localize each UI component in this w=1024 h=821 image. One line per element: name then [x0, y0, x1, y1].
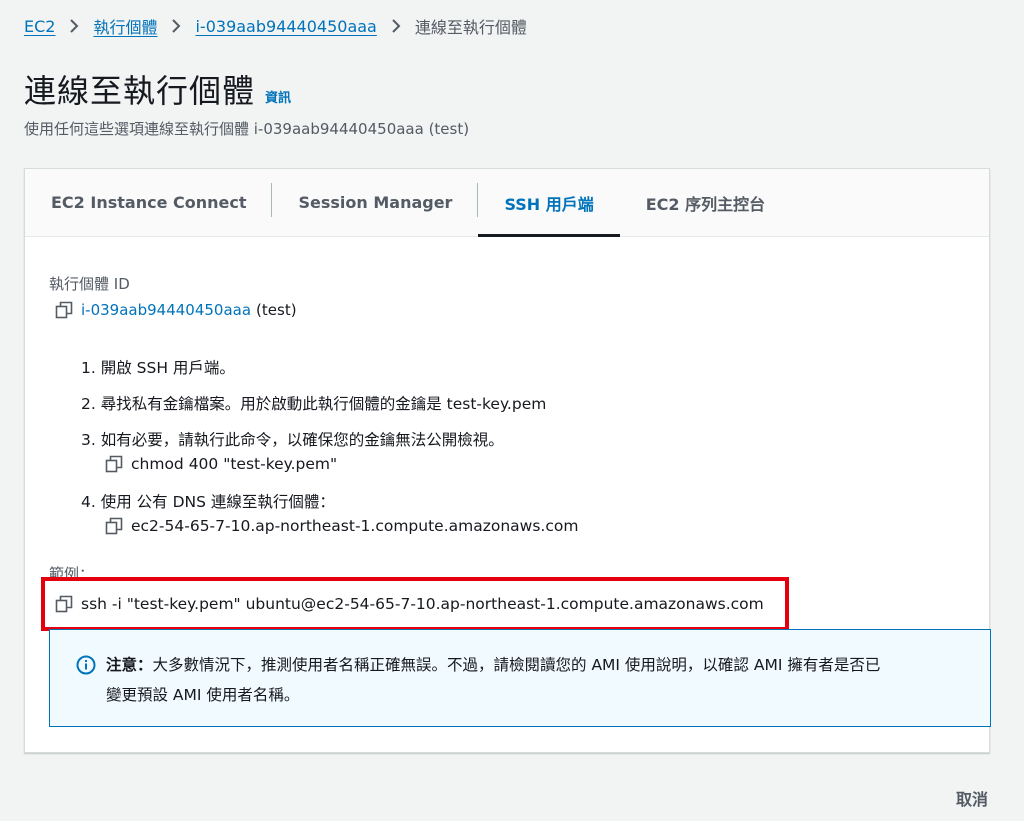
page-title: 連線至執行個體 [24, 72, 256, 110]
instance-id-link[interactable]: i-039aab94440450aaa [81, 301, 251, 319]
instance-id-label: 執行個體 ID [49, 275, 130, 293]
chevron-right-icon [391, 18, 401, 34]
info-icon [76, 655, 96, 675]
example-command: ssh -i "test-key.pem" ubuntu@ec2-54-65-7… [55, 595, 764, 613]
example-label: 範例： [49, 565, 95, 583]
breadcrumb-current: 連線至執行個體 [414, 18, 527, 37]
copy-icon[interactable] [105, 455, 123, 473]
chevron-right-icon [69, 18, 79, 34]
copy-icon[interactable] [55, 595, 73, 613]
tab-label: EC2 Instance Connect [51, 193, 247, 212]
step-item: 2. 尋找私有金鑰檔案。用於啟動此執行個體的金鑰是 test-key.pem [81, 395, 547, 413]
dns-command: ec2-54-65-7-10.ap-northeast-1.compute.am… [81, 513, 578, 539]
alert-text: 注意：大多數情況下，推測使用者名稱正確無誤。不過，請檢閱讀您的 AMI 使用說明… [106, 650, 880, 726]
tab-bar: EC2 Instance Connect Session Manager SSH… [25, 169, 989, 237]
page-header: 連線至執行個體 資訊 [24, 66, 291, 112]
instance-id-row: i-039aab94440450aaa (test) [55, 301, 297, 319]
info-link[interactable]: 資訊 [265, 87, 291, 106]
tab-ec2-instance-connect[interactable]: EC2 Instance Connect [25, 169, 273, 236]
breadcrumb: EC2 執行個體 i-039aab94440450aaa 連線至執行個體 [24, 14, 527, 38]
alert-note-label: 注意： [106, 656, 153, 674]
chmod-command: chmod 400 "test-key.pem" [81, 451, 578, 477]
step-item: 1. 開啟 SSH 用戶端。 [81, 359, 235, 377]
alert-line-2: 變更預設 AMI 使用者名稱。 [106, 686, 300, 704]
tab-label: SSH 用戶端 [504, 194, 594, 214]
tab-session-manager[interactable]: Session Manager [272, 169, 479, 236]
breadcrumb-instances[interactable]: 執行個體 [93, 14, 157, 38]
page-description: 使用任何這些選項連線至執行個體 i-039aab94440450aaa (tes… [24, 120, 470, 138]
tab-ssh-client[interactable]: SSH 用戶端 [478, 169, 621, 237]
dns-command-text: ec2-54-65-7-10.ap-northeast-1.compute.am… [131, 517, 579, 535]
info-alert: 注意：大多數情況下，推測使用者名稱正確無誤。不過，請檢閱讀您的 AMI 使用說明… [49, 629, 991, 727]
tab-label: EC2 序列主控台 [645, 194, 766, 214]
chevron-right-icon [171, 18, 181, 34]
tab-label: Session Manager [298, 193, 453, 212]
chmod-command-text: chmod 400 "test-key.pem" [131, 455, 338, 473]
copy-icon[interactable] [55, 301, 73, 319]
copy-icon[interactable] [105, 517, 123, 535]
breadcrumb-instance-id[interactable]: i-039aab94440450aaa [195, 17, 376, 36]
steps-list: 1. 開啟 SSH 用戶端。 2. 尋找私有金鑰檔案。用於啟動此執行個體的金鑰是… [81, 349, 578, 545]
cancel-button[interactable]: 取消 [956, 786, 988, 810]
instance-name: (test) [256, 301, 297, 319]
alert-line-1: 大多數情況下，推測使用者名稱正確無誤。不過，請檢閱讀您的 AMI 使用說明，以確… [152, 656, 881, 674]
tab-ec2-serial-console[interactable]: EC2 序列主控台 [620, 169, 791, 236]
example-command-text: ssh -i "test-key.pem" ubuntu@ec2-54-65-7… [81, 595, 764, 613]
breadcrumb-ec2[interactable]: EC2 [24, 17, 55, 36]
connect-panel: EC2 Instance Connect Session Manager SSH… [24, 168, 991, 753]
